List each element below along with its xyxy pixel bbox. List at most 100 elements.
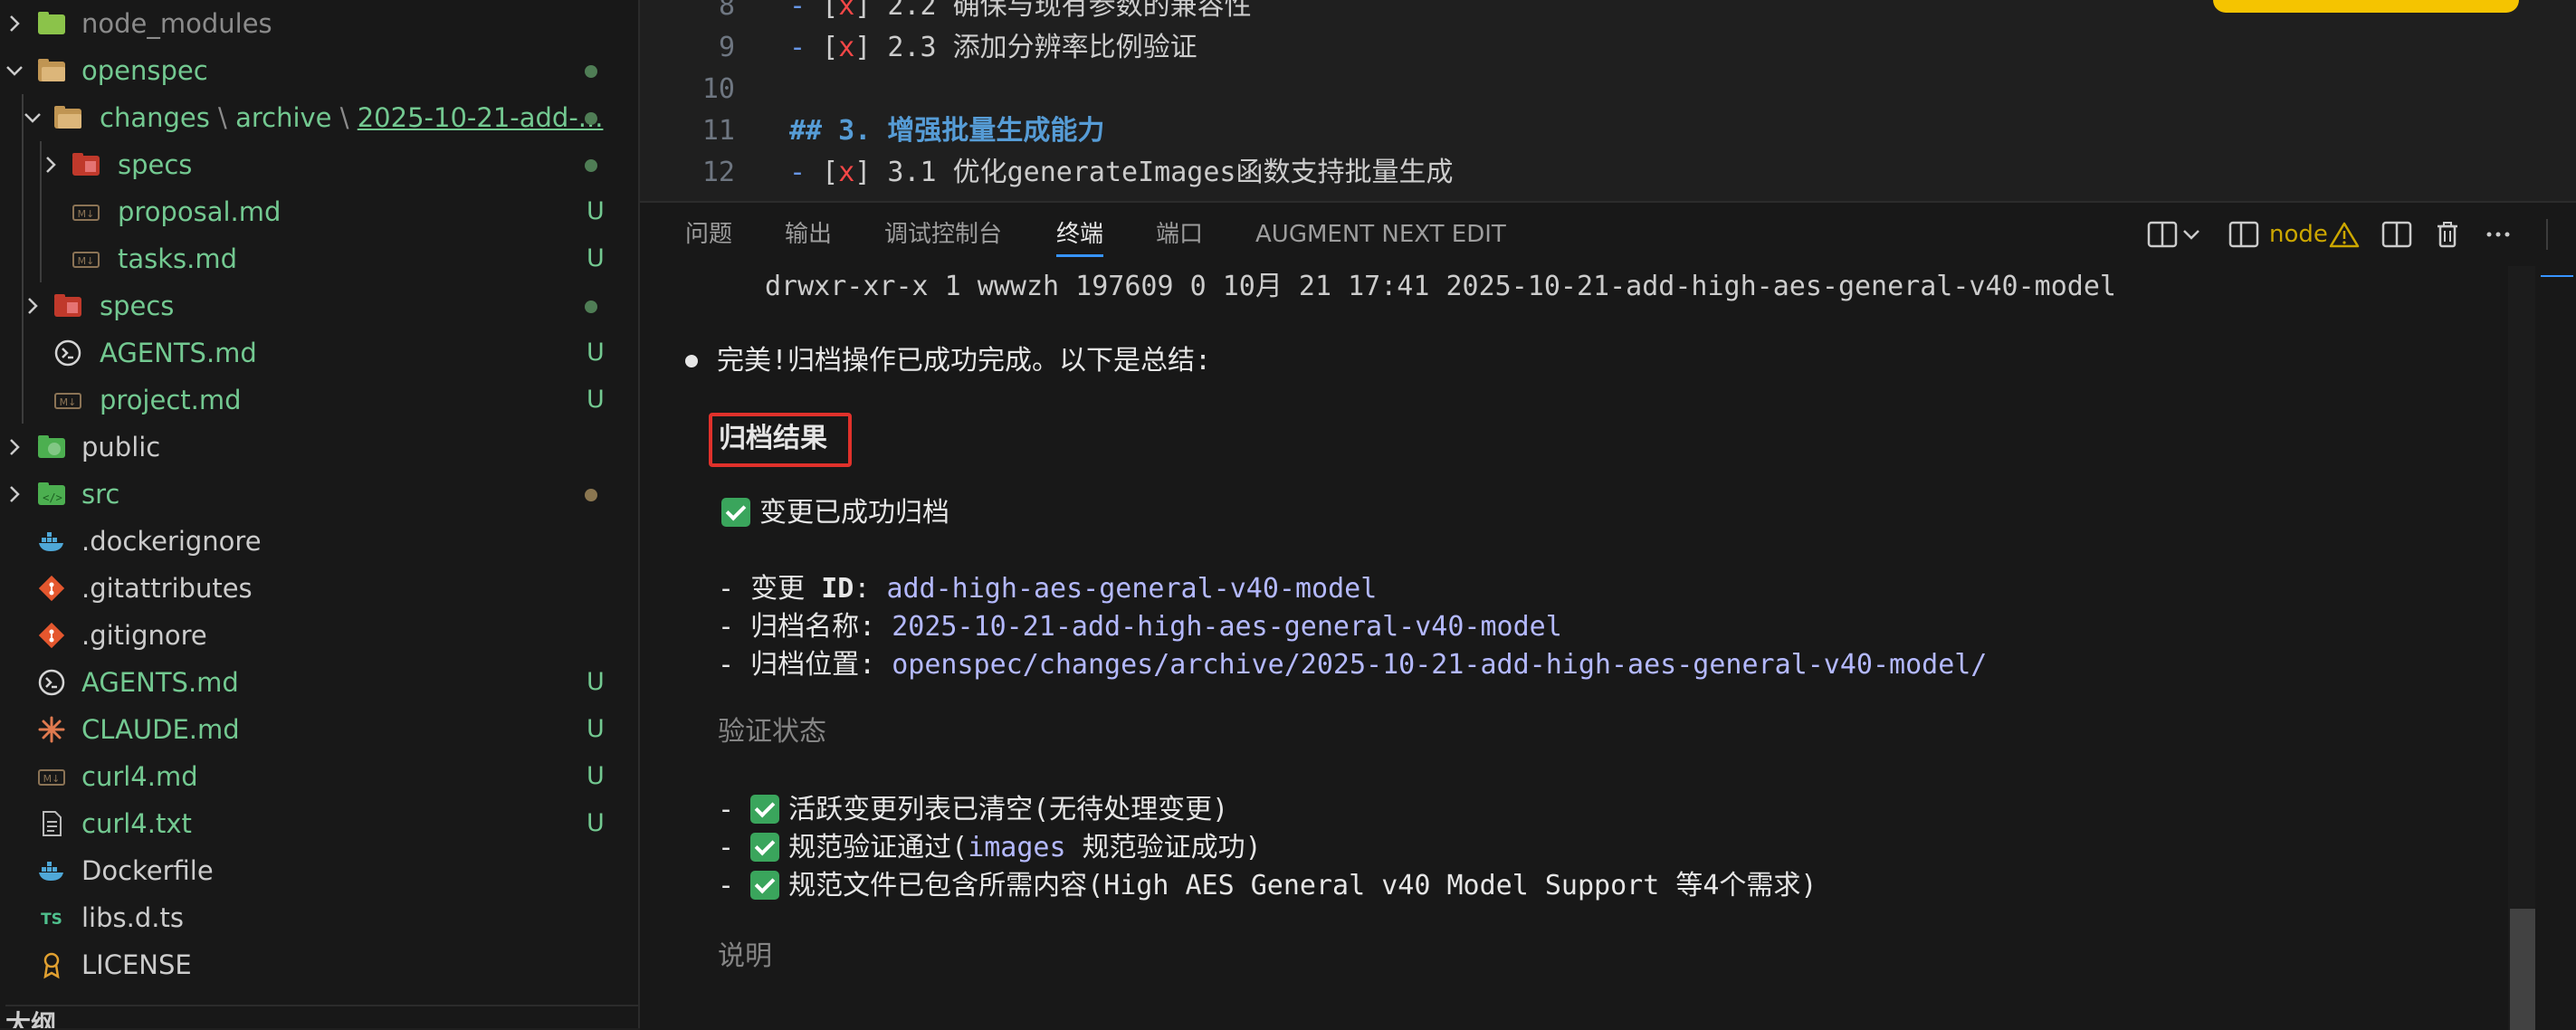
tree-item[interactable]: TS libs.d.ts (0, 894, 638, 941)
editor-pane[interactable]: 8- [x] 2.2 确保与现有参数的兼容性 9- [x] 2.3 添加分辨率比例… (640, 0, 2576, 201)
tree-item[interactable]: M↓ project.md U (0, 377, 638, 424)
archive-result-heading: 归档结果 (719, 423, 827, 454)
folder-specs-icon (72, 153, 100, 176)
note-heading: 说明 (718, 940, 772, 972)
tree-item[interactable]: specs (0, 282, 638, 329)
outline-section-header[interactable]: 大纲 (5, 1005, 638, 1028)
code-token: [ (822, 32, 839, 63)
tree-item-label: src (81, 479, 120, 510)
tree-item[interactable]: specs (0, 141, 638, 188)
tree-item[interactable]: M↓ proposal.md U (0, 188, 638, 235)
detail-separator: : (859, 649, 892, 681)
verify-text: 活跃变更列表已清空(无待处理变更) (788, 794, 1229, 825)
license-icon (43, 952, 60, 979)
code-token: [ (822, 157, 839, 188)
tree-item-label: curl4.txt (81, 808, 192, 839)
list-dash: - (718, 611, 751, 643)
tab-ports[interactable]: 端口 (1156, 203, 1203, 266)
panel-divider (2546, 219, 2548, 250)
line-number: 8 (718, 0, 735, 22)
folder-node-icon (38, 12, 65, 34)
git-status-badge: U (587, 244, 605, 272)
svg-text:</>: </> (43, 491, 62, 504)
chevron-right-icon[interactable] (4, 436, 25, 458)
success-line-text: 变更已成功归档 (759, 497, 949, 529)
tree-item-label: public (81, 432, 161, 463)
tree-item[interactable]: </> src (0, 471, 638, 518)
chevron-right-icon[interactable] (4, 13, 25, 34)
tree-item-label: CLAUDE.md (81, 714, 240, 745)
chevron-down-icon[interactable] (4, 60, 25, 81)
tree-item[interactable]: M↓ tasks.md U (0, 235, 638, 282)
tree-item[interactable]: public (0, 424, 638, 471)
split-terminal-icon[interactable] (2381, 221, 2412, 248)
code-token: 2.2 确保与现有参数的兼容性 (871, 0, 1252, 22)
docker-icon (39, 532, 63, 551)
chevron-right-icon[interactable] (40, 154, 62, 176)
verify-item: - 活跃变更列表已清空(无待处理变更) (718, 789, 1228, 831)
tree-item[interactable]: Dockerfile (0, 847, 638, 894)
tree-item-label: .gitattributes (81, 573, 253, 604)
modified-dot (585, 489, 597, 501)
markdown-icon: M↓ (54, 393, 81, 409)
tree-item[interactable]: openspec (0, 47, 638, 94)
tree-item[interactable]: .dockerignore (0, 518, 638, 565)
code-token: - (789, 0, 823, 22)
chevron-down-icon[interactable] (22, 107, 43, 129)
tree-item[interactable]: curl4.txt U (0, 800, 638, 847)
split-layout-icon[interactable] (2147, 221, 2178, 248)
detail-separator: : (854, 573, 887, 605)
floating-action-button[interactable] (2213, 0, 2519, 13)
tree-item[interactable]: AGENTS.md U (0, 659, 638, 706)
tree-item[interactable]: node_modules (0, 0, 638, 47)
git-icon (38, 575, 65, 602)
tree-item-label: LICENSE (81, 949, 192, 980)
check-icon (721, 498, 750, 527)
tab-output[interactable]: 输出 (785, 203, 832, 266)
trash-icon[interactable] (2432, 221, 2463, 248)
svg-text:TS: TS (41, 911, 62, 929)
tree-item[interactable]: AGENTS.md U (0, 329, 638, 377)
verify-text: 规范验证成功) (1065, 832, 1262, 863)
tab-terminal[interactable]: 终端 (1056, 203, 1104, 266)
tree-item[interactable]: changes \ archive \ 2025-10-21-add-... (0, 94, 638, 141)
archive-detail-line: - 归档位置: openspec/changes/archive/2025-10… (718, 644, 1987, 686)
warning-icon (2329, 222, 2360, 248)
tab-problems[interactable]: 问题 (685, 203, 732, 266)
detail-key-bold: ID (821, 573, 854, 605)
chevron-down-icon[interactable] (2181, 221, 2201, 248)
check-icon (750, 795, 780, 824)
tree-item-label: proposal.md (118, 196, 281, 227)
text-file-icon (43, 811, 62, 836)
detail-key: 归档名称 (750, 611, 860, 643)
code-token: ] (854, 32, 872, 63)
code-token: x (838, 0, 855, 22)
list-dash: - (718, 870, 751, 901)
summary-text: 完美!归档操作已成功完成。以下是总结: (717, 345, 1212, 377)
terminal-output[interactable]: drwxr-xr-x 1 wwwzh 197609 0 10月 21 17:41… (640, 266, 2504, 1030)
verify-text: 规范文件已包含所需内容(High AES General v40 Model S… (788, 870, 1818, 901)
tree-item[interactable]: M↓ curl4.md U (0, 753, 638, 800)
panel-tab-bar: 问题 输出 调试控制台 终端 端口 AUGMENT NEXT EDIT node (640, 203, 2576, 266)
tree-item[interactable]: .gitignore (0, 612, 638, 659)
folder-open-icon (54, 106, 81, 129)
path-separator: \ (331, 102, 358, 133)
code-text: - [x] 2.2 确保与现有参数的兼容性 (789, 0, 1252, 27)
tree-item[interactable]: LICENSE (0, 941, 638, 988)
minimap-marker (2541, 275, 2573, 277)
tab-debug-console[interactable]: 调试控制台 (884, 203, 1002, 266)
chevron-right-icon[interactable] (22, 295, 43, 317)
terminal-scroll-thumb[interactable] (2510, 909, 2535, 1030)
terminal-name-node[interactable]: node (2269, 203, 2328, 266)
code-token: - (789, 157, 823, 188)
tab-augment-next-edit[interactable]: AUGMENT NEXT EDIT (1255, 203, 1506, 266)
code-token: - (789, 32, 823, 63)
check-icon (750, 871, 780, 900)
tree-item[interactable]: CLAUDE.md U (0, 706, 638, 753)
more-actions-icon[interactable] (2483, 221, 2514, 248)
detail-key: 变更 (750, 573, 822, 605)
chevron-right-icon[interactable] (4, 483, 25, 505)
code-text: - [x] 2.3 添加分辨率比例验证 (789, 27, 1197, 69)
tree-item[interactable]: .gitattributes (0, 565, 638, 612)
modified-dot (585, 159, 597, 172)
